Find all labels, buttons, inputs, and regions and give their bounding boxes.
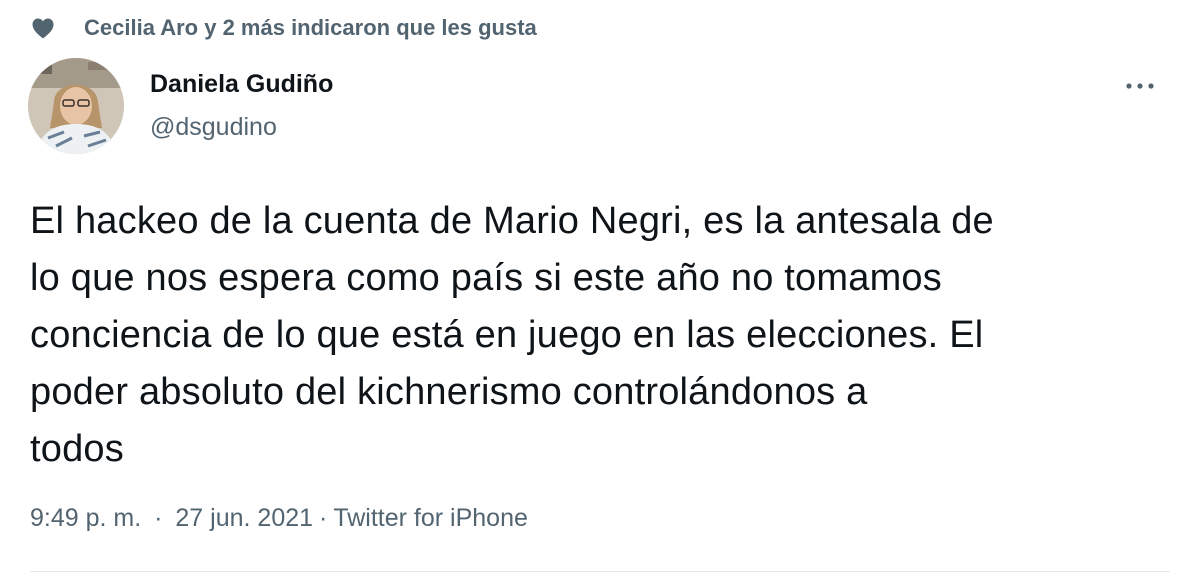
author-handle[interactable]: @dsgudino xyxy=(150,113,277,142)
divider xyxy=(30,571,1170,572)
social-context: Cecilia Aro y 2 más indicaron que les gu… xyxy=(30,12,537,44)
more-options-button[interactable] xyxy=(1118,70,1162,102)
tweet-text-line: poder absoluto del kichnerismo controlán… xyxy=(30,371,868,413)
more-horizontal-icon xyxy=(1125,77,1155,95)
tweet-text-line: conciencia de lo que está en juego en la… xyxy=(30,314,984,356)
social-context-text[interactable]: Cecilia Aro y 2 más indicaron que les gu… xyxy=(84,15,537,41)
tweet-text: El hackeo de la cuenta de Mario Negri, e… xyxy=(30,193,1180,478)
meta-separator: · xyxy=(154,504,163,532)
tweet-text-line: todos xyxy=(30,428,124,470)
tweet-text-line: lo que nos espera como país si este año … xyxy=(30,257,942,299)
tweet-text-line: El hackeo de la cuenta de Mario Negri, e… xyxy=(30,200,994,242)
meta-separator: · xyxy=(319,504,328,532)
tweet-timestamp-link[interactable]: 9:49 p. m. · 27 jun. 2021 xyxy=(30,504,313,533)
author-display-name[interactable]: Daniela Gudiño xyxy=(150,70,333,99)
tweet-time: 9:49 p. m. xyxy=(30,504,142,532)
tweet-date: 27 jun. 2021 xyxy=(175,504,314,532)
avatar[interactable] xyxy=(28,58,124,154)
tweet-source-link[interactable]: Twitter for iPhone xyxy=(333,504,528,533)
tweet-metadata: 9:49 p. m. · 27 jun. 2021 · Twitter for … xyxy=(30,504,528,533)
heart-icon xyxy=(30,15,56,41)
